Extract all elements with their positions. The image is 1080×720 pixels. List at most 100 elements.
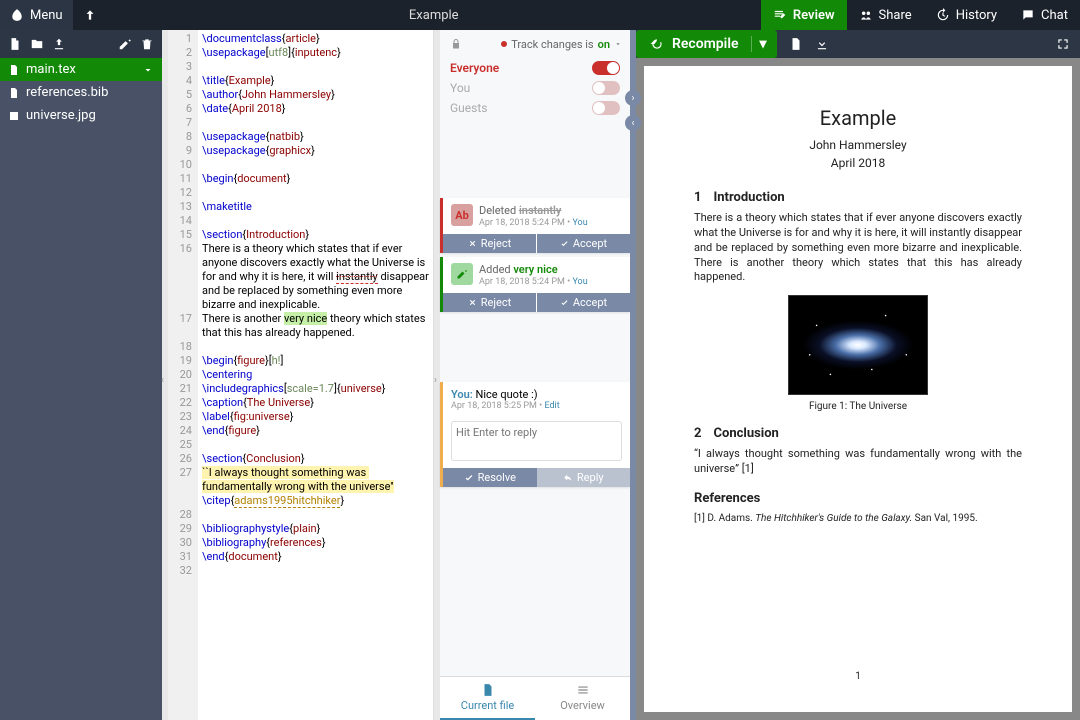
review-tabs: Current file Overview (440, 676, 630, 720)
project-title: Example (107, 8, 761, 23)
share-icon (859, 8, 873, 22)
line-gutter: 12345678910111213141516 17 1819202122232… (168, 30, 198, 720)
review-icon (773, 8, 787, 22)
change-card-deleted: Ab Deleted instantly Apr 18, 2018 5:24 P… (440, 198, 630, 253)
share-button[interactable]: Share (847, 0, 924, 30)
share-label: Share (879, 8, 912, 23)
pdf-preview: Recompile ▾ Example John Hammersley Apri… (636, 30, 1080, 720)
new-folder-icon[interactable] (30, 37, 44, 51)
upload-icon[interactable] (52, 37, 66, 51)
toggle-label: You (450, 81, 470, 95)
logs-icon[interactable] (789, 37, 803, 51)
review-label: Review (793, 8, 835, 23)
file-universe-jpg[interactable]: universe.jpg (0, 104, 162, 127)
deleted-word: instantly (519, 204, 561, 217)
tab-overview[interactable]: Overview (535, 677, 630, 720)
pdf-toolbar: Recompile ▾ (636, 30, 1080, 58)
history-label: History (956, 8, 997, 23)
lock-icon[interactable] (440, 38, 472, 50)
section-heading: Introduction (713, 190, 784, 205)
file-icon (481, 683, 495, 697)
galaxy-image (788, 295, 928, 395)
tab-current-file[interactable]: Current file (440, 677, 535, 720)
comment-card: You: Nice quote :) Apr 18, 2018 5:25 PM … (440, 382, 630, 487)
comment-author: You: (451, 388, 473, 401)
file-icon (8, 87, 20, 99)
recompile-button[interactable]: Recompile ▾ (636, 30, 777, 58)
chat-button[interactable]: Chat (1009, 0, 1080, 30)
reject-button[interactable]: Reject (443, 234, 537, 253)
pdf-paragraph: There is a theory which states that if e… (694, 211, 1022, 285)
chevron-down-icon[interactable] (142, 64, 154, 76)
toggle-label: Guests (450, 101, 487, 115)
file-sidebar: main.tex references.bib universe.jpg (0, 30, 162, 720)
rename-icon[interactable] (118, 37, 132, 51)
switch-guests[interactable] (592, 101, 620, 115)
history-icon (936, 8, 950, 22)
new-file-icon[interactable] (8, 37, 22, 51)
reject-button[interactable]: Reject (443, 293, 537, 312)
accept-button[interactable]: Accept (537, 293, 630, 312)
file-label: main.tex (26, 62, 76, 77)
pdf-date: April 2018 (694, 156, 1022, 170)
strikethrough-icon: Ab (451, 204, 473, 226)
menu-label: Menu (30, 8, 63, 23)
accept-button[interactable]: Accept (537, 234, 630, 253)
file-label: universe.jpg (26, 108, 96, 123)
file-icon (8, 64, 20, 76)
leaf-icon (10, 8, 24, 22)
code-editor[interactable]: 12345678910111213141516 17 1819202122232… (168, 30, 434, 720)
reply-input[interactable] (451, 421, 622, 461)
pdf-page: Example John Hammersley April 2018 1 Intr… (644, 66, 1072, 712)
collapse-left-icon[interactable]: ‹ (625, 115, 641, 131)
top-bar: Menu Example Review Share History Chat (0, 0, 1080, 30)
figure-caption: Figure 1: The Universe (694, 401, 1022, 412)
section-heading: Conclusion (713, 426, 778, 441)
track-changes-status: Track changes is on (472, 38, 630, 51)
chat-label: Chat (1041, 8, 1068, 23)
reference-item: [1] D. Adams. The Hitchhiker's Guide to … (694, 512, 1022, 526)
toggle-everyone: Everyone (440, 58, 630, 78)
toggle-label: Everyone (450, 61, 499, 75)
resolve-button[interactable]: Resolve (443, 468, 537, 487)
up-button[interactable] (73, 0, 107, 30)
pencil-icon (451, 263, 473, 285)
switch-you[interactable] (592, 81, 620, 95)
switch-everyone[interactable] (592, 61, 620, 75)
refresh-icon (650, 37, 664, 51)
toggle-guests: Guests (440, 98, 630, 118)
history-button[interactable]: History (924, 0, 1009, 30)
review-button[interactable]: Review (761, 0, 847, 30)
pdf-author: John Hammersley (694, 138, 1022, 152)
review-panel: Track changes is on Everyone You Guests … (440, 30, 630, 720)
file-toolbar (0, 30, 162, 58)
up-arrow-icon (83, 8, 97, 22)
status-dot-icon (501, 41, 507, 47)
added-word: very nice (513, 263, 557, 276)
recompile-label: Recompile (672, 36, 739, 52)
code-area[interactable]: \documentclass{article}\usepackage[utf8]… (198, 30, 433, 720)
reply-button[interactable]: Reply (537, 468, 631, 487)
delete-icon[interactable] (140, 37, 154, 51)
chat-icon (1021, 8, 1035, 22)
pdf-figure: Figure 1: The Universe (694, 295, 1022, 412)
file-references-bib[interactable]: references.bib (0, 81, 162, 104)
references-heading: References (694, 491, 1022, 506)
expand-icon[interactable] (1056, 37, 1070, 51)
list-icon (576, 683, 590, 697)
comment-text: Nice quote :) (476, 388, 538, 401)
page-number: 1 (644, 671, 1072, 682)
edit-link[interactable]: Edit (544, 401, 559, 411)
main-divider[interactable]: › ‹ (630, 30, 636, 720)
download-icon[interactable] (815, 37, 829, 51)
file-label: references.bib (26, 85, 108, 100)
change-card-added: Added very nice Apr 18, 2018 5:24 PM • Y… (440, 257, 630, 312)
file-main-tex[interactable]: main.tex (0, 58, 162, 81)
image-icon (8, 110, 20, 122)
menu-button[interactable]: Menu (0, 0, 73, 30)
chevron-down-icon[interactable] (614, 40, 622, 48)
pdf-title: Example (694, 106, 1022, 130)
chevron-down-icon[interactable]: ▾ (751, 36, 767, 52)
toggle-you: You (440, 78, 630, 98)
collapse-right-icon[interactable]: › (625, 90, 641, 106)
